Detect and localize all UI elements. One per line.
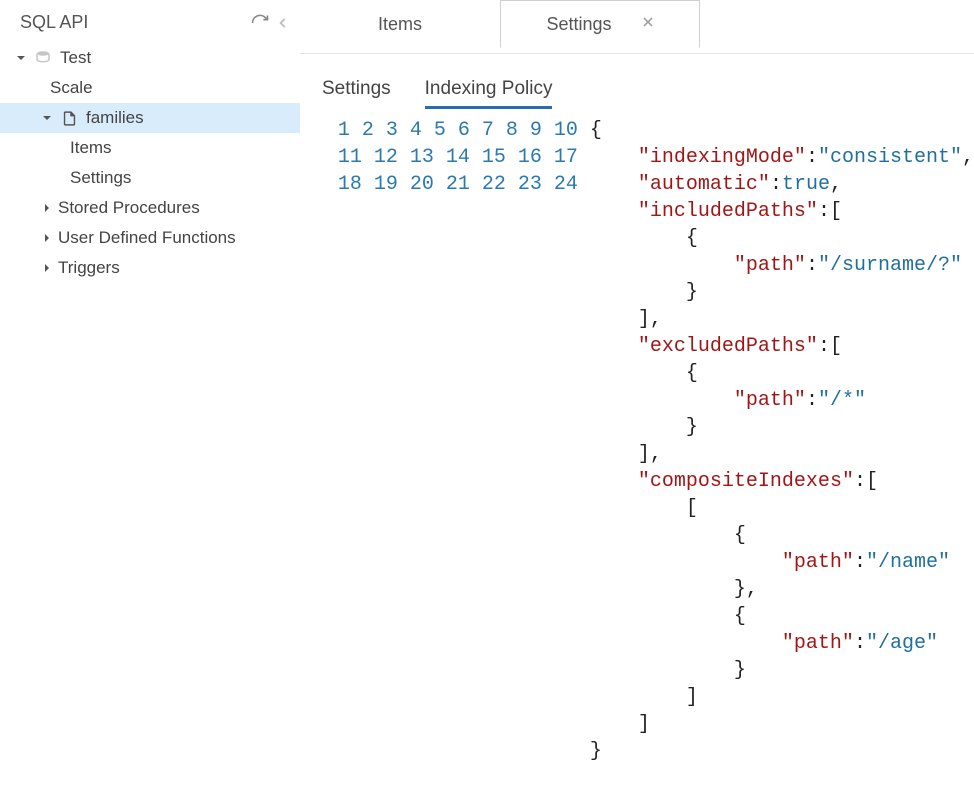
tree-node-label: families [86, 108, 144, 128]
collapse-sidebar-icon[interactable] [276, 16, 290, 30]
editor-code[interactable]: { "indexingMode":"consistent", "automati… [590, 117, 974, 765]
sub-tab-label: Indexing Policy [425, 78, 553, 99]
sub-tab-indexing-policy[interactable]: Indexing Policy [425, 78, 553, 109]
tree-node-user-defined-functions[interactable]: User Defined Functions [0, 223, 300, 253]
tree-node-label: Test [60, 48, 91, 68]
sidebar-title: SQL API [20, 12, 88, 33]
tree-node-settings[interactable]: Settings [0, 163, 300, 193]
sub-tab-label: Settings [322, 78, 391, 99]
close-tab-icon[interactable] [642, 15, 654, 33]
tree-node-triggers[interactable]: Triggers [0, 253, 300, 283]
caret-right-icon [40, 233, 54, 243]
settings-sub-tabs: Settings Indexing Policy [300, 54, 974, 117]
tree-node-database[interactable]: Test [0, 43, 300, 73]
tab-label: Settings [546, 14, 611, 35]
tree-node-label: Scale [50, 78, 93, 98]
sidebar: SQL API Test Scale [0, 0, 300, 788]
tree-node-label: Settings [70, 168, 131, 188]
resource-tree: Test Scale families Items Settings [0, 43, 300, 283]
tree-node-stored-procedures[interactable]: Stored Procedures [0, 193, 300, 223]
tree-node-label: User Defined Functions [58, 228, 236, 248]
caret-right-icon [40, 263, 54, 273]
editor-gutter: 1 2 3 4 5 6 7 8 9 10 11 12 13 14 15 16 1… [310, 117, 590, 765]
sub-tab-settings[interactable]: Settings [322, 78, 391, 109]
tab-items[interactable]: Items [300, 0, 500, 48]
caret-down-icon [14, 53, 28, 63]
tab-settings[interactable]: Settings [500, 0, 700, 48]
tree-node-container[interactable]: families [0, 103, 300, 133]
sidebar-header: SQL API [0, 8, 300, 43]
tree-node-label: Stored Procedures [58, 198, 200, 218]
tab-label: Items [378, 14, 422, 35]
tree-node-items[interactable]: Items [0, 133, 300, 163]
caret-down-icon [40, 113, 54, 123]
tree-node-label: Triggers [58, 258, 120, 278]
json-editor[interactable]: 1 2 3 4 5 6 7 8 9 10 11 12 13 14 15 16 1… [300, 117, 974, 765]
document-tabs: Items Settings [300, 0, 974, 54]
tree-node-label: Items [70, 138, 112, 158]
refresh-icon[interactable] [250, 13, 270, 33]
main-panel: Items Settings Settings Indexing Policy … [300, 0, 974, 788]
tree-node-scale[interactable]: Scale [0, 73, 300, 103]
database-icon [32, 49, 54, 67]
caret-right-icon [40, 203, 54, 213]
container-icon [58, 110, 80, 127]
